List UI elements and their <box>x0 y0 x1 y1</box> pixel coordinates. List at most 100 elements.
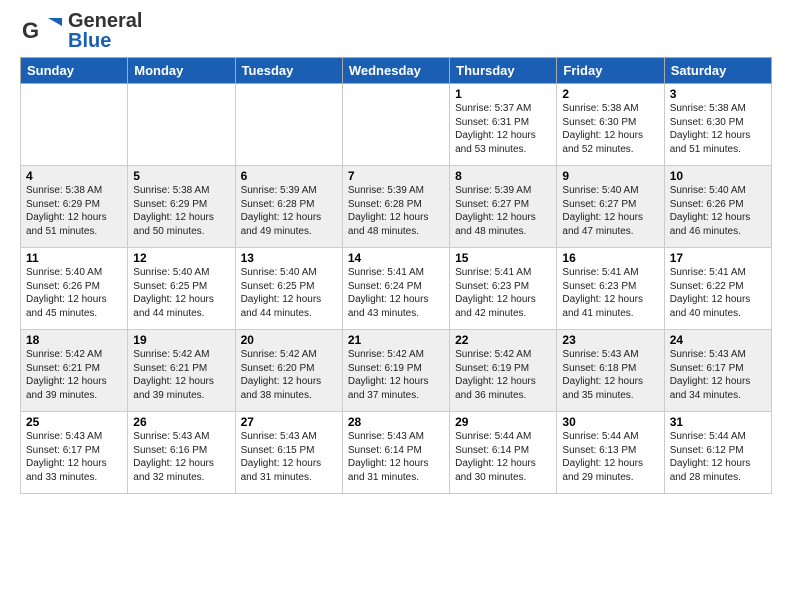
day-content: Sunrise: 5:38 AM Sunset: 6:29 PM Dayligh… <box>26 184 122 238</box>
day-content: Sunrise: 5:40 AM Sunset: 6:26 PM Dayligh… <box>670 184 766 238</box>
day-cell-30: 30Sunrise: 5:44 AM Sunset: 6:13 PM Dayli… <box>557 412 664 494</box>
day-number: 1 <box>455 87 551 101</box>
day-header-tuesday: Tuesday <box>235 58 342 84</box>
calendar-table: SundayMondayTuesdayWednesdayThursdayFrid… <box>20 57 772 494</box>
day-cell-23: 23Sunrise: 5:43 AM Sunset: 6:18 PM Dayli… <box>557 330 664 412</box>
day-number: 16 <box>562 251 658 265</box>
week-row-5: 25Sunrise: 5:43 AM Sunset: 6:17 PM Dayli… <box>21 412 772 494</box>
day-cell-1: 1Sunrise: 5:37 AM Sunset: 6:31 PM Daylig… <box>450 84 557 166</box>
day-cell-22: 22Sunrise: 5:42 AM Sunset: 6:19 PM Dayli… <box>450 330 557 412</box>
day-number: 21 <box>348 333 444 347</box>
day-content: Sunrise: 5:39 AM Sunset: 6:28 PM Dayligh… <box>348 184 444 238</box>
logo-icon: G <box>20 10 62 52</box>
day-number: 31 <box>670 415 766 429</box>
day-number: 22 <box>455 333 551 347</box>
day-cell-20: 20Sunrise: 5:42 AM Sunset: 6:20 PM Dayli… <box>235 330 342 412</box>
day-content: Sunrise: 5:43 AM Sunset: 6:16 PM Dayligh… <box>133 430 229 484</box>
day-content: Sunrise: 5:43 AM Sunset: 6:18 PM Dayligh… <box>562 348 658 402</box>
day-number: 7 <box>348 169 444 183</box>
day-number: 5 <box>133 169 229 183</box>
day-number: 29 <box>455 415 551 429</box>
day-number: 12 <box>133 251 229 265</box>
day-cell-8: 8Sunrise: 5:39 AM Sunset: 6:27 PM Daylig… <box>450 166 557 248</box>
day-cell-7: 7Sunrise: 5:39 AM Sunset: 6:28 PM Daylig… <box>342 166 449 248</box>
empty-cell <box>342 84 449 166</box>
day-cell-31: 31Sunrise: 5:44 AM Sunset: 6:12 PM Dayli… <box>664 412 771 494</box>
day-content: Sunrise: 5:42 AM Sunset: 6:19 PM Dayligh… <box>455 348 551 402</box>
day-number: 25 <box>26 415 122 429</box>
day-content: Sunrise: 5:41 AM Sunset: 6:23 PM Dayligh… <box>562 266 658 320</box>
day-content: Sunrise: 5:37 AM Sunset: 6:31 PM Dayligh… <box>455 102 551 156</box>
day-number: 3 <box>670 87 766 101</box>
day-content: Sunrise: 5:39 AM Sunset: 6:27 PM Dayligh… <box>455 184 551 238</box>
day-cell-4: 4Sunrise: 5:38 AM Sunset: 6:29 PM Daylig… <box>21 166 128 248</box>
day-header-monday: Monday <box>128 58 235 84</box>
week-row-2: 4Sunrise: 5:38 AM Sunset: 6:29 PM Daylig… <box>21 166 772 248</box>
empty-cell <box>21 84 128 166</box>
day-number: 28 <box>348 415 444 429</box>
day-cell-21: 21Sunrise: 5:42 AM Sunset: 6:19 PM Dayli… <box>342 330 449 412</box>
day-header-saturday: Saturday <box>664 58 771 84</box>
day-content: Sunrise: 5:38 AM Sunset: 6:29 PM Dayligh… <box>133 184 229 238</box>
logo-general-text: General <box>68 10 142 32</box>
day-number: 26 <box>133 415 229 429</box>
day-content: Sunrise: 5:44 AM Sunset: 6:13 PM Dayligh… <box>562 430 658 484</box>
day-content: Sunrise: 5:38 AM Sunset: 6:30 PM Dayligh… <box>670 102 766 156</box>
logo: G General Blue <box>20 10 142 52</box>
day-cell-24: 24Sunrise: 5:43 AM Sunset: 6:17 PM Dayli… <box>664 330 771 412</box>
day-number: 17 <box>670 251 766 265</box>
day-cell-18: 18Sunrise: 5:42 AM Sunset: 6:21 PM Dayli… <box>21 330 128 412</box>
day-cell-3: 3Sunrise: 5:38 AM Sunset: 6:30 PM Daylig… <box>664 84 771 166</box>
day-cell-17: 17Sunrise: 5:41 AM Sunset: 6:22 PM Dayli… <box>664 248 771 330</box>
day-number: 6 <box>241 169 337 183</box>
day-cell-27: 27Sunrise: 5:43 AM Sunset: 6:15 PM Dayli… <box>235 412 342 494</box>
day-cell-26: 26Sunrise: 5:43 AM Sunset: 6:16 PM Dayli… <box>128 412 235 494</box>
day-cell-10: 10Sunrise: 5:40 AM Sunset: 6:26 PM Dayli… <box>664 166 771 248</box>
day-number: 23 <box>562 333 658 347</box>
week-row-1: 1Sunrise: 5:37 AM Sunset: 6:31 PM Daylig… <box>21 84 772 166</box>
day-number: 14 <box>348 251 444 265</box>
day-content: Sunrise: 5:40 AM Sunset: 6:25 PM Dayligh… <box>241 266 337 320</box>
day-number: 2 <box>562 87 658 101</box>
day-content: Sunrise: 5:44 AM Sunset: 6:14 PM Dayligh… <box>455 430 551 484</box>
day-cell-19: 19Sunrise: 5:42 AM Sunset: 6:21 PM Dayli… <box>128 330 235 412</box>
empty-cell <box>235 84 342 166</box>
day-content: Sunrise: 5:43 AM Sunset: 6:17 PM Dayligh… <box>26 430 122 484</box>
day-number: 30 <box>562 415 658 429</box>
day-content: Sunrise: 5:39 AM Sunset: 6:28 PM Dayligh… <box>241 184 337 238</box>
svg-text:G: G <box>22 18 39 43</box>
day-content: Sunrise: 5:44 AM Sunset: 6:12 PM Dayligh… <box>670 430 766 484</box>
day-number: 18 <box>26 333 122 347</box>
day-header-thursday: Thursday <box>450 58 557 84</box>
day-cell-11: 11Sunrise: 5:40 AM Sunset: 6:26 PM Dayli… <box>21 248 128 330</box>
week-row-4: 18Sunrise: 5:42 AM Sunset: 6:21 PM Dayli… <box>21 330 772 412</box>
day-number: 11 <box>26 251 122 265</box>
day-cell-14: 14Sunrise: 5:41 AM Sunset: 6:24 PM Dayli… <box>342 248 449 330</box>
day-content: Sunrise: 5:43 AM Sunset: 6:15 PM Dayligh… <box>241 430 337 484</box>
day-number: 19 <box>133 333 229 347</box>
day-number: 15 <box>455 251 551 265</box>
day-number: 4 <box>26 169 122 183</box>
week-row-3: 11Sunrise: 5:40 AM Sunset: 6:26 PM Dayli… <box>21 248 772 330</box>
day-content: Sunrise: 5:40 AM Sunset: 6:25 PM Dayligh… <box>133 266 229 320</box>
day-content: Sunrise: 5:41 AM Sunset: 6:24 PM Dayligh… <box>348 266 444 320</box>
logo-blue-text: Blue <box>68 30 111 52</box>
day-header-wednesday: Wednesday <box>342 58 449 84</box>
day-cell-28: 28Sunrise: 5:43 AM Sunset: 6:14 PM Dayli… <box>342 412 449 494</box>
day-content: Sunrise: 5:43 AM Sunset: 6:14 PM Dayligh… <box>348 430 444 484</box>
day-content: Sunrise: 5:38 AM Sunset: 6:30 PM Dayligh… <box>562 102 658 156</box>
day-content: Sunrise: 5:42 AM Sunset: 6:21 PM Dayligh… <box>26 348 122 402</box>
day-number: 9 <box>562 169 658 183</box>
day-content: Sunrise: 5:42 AM Sunset: 6:21 PM Dayligh… <box>133 348 229 402</box>
day-cell-25: 25Sunrise: 5:43 AM Sunset: 6:17 PM Dayli… <box>21 412 128 494</box>
day-number: 13 <box>241 251 337 265</box>
day-number: 20 <box>241 333 337 347</box>
day-content: Sunrise: 5:42 AM Sunset: 6:19 PM Dayligh… <box>348 348 444 402</box>
day-cell-2: 2Sunrise: 5:38 AM Sunset: 6:30 PM Daylig… <box>557 84 664 166</box>
day-number: 10 <box>670 169 766 183</box>
day-cell-15: 15Sunrise: 5:41 AM Sunset: 6:23 PM Dayli… <box>450 248 557 330</box>
day-cell-16: 16Sunrise: 5:41 AM Sunset: 6:23 PM Dayli… <box>557 248 664 330</box>
day-number: 8 <box>455 169 551 183</box>
day-content: Sunrise: 5:40 AM Sunset: 6:26 PM Dayligh… <box>26 266 122 320</box>
day-cell-5: 5Sunrise: 5:38 AM Sunset: 6:29 PM Daylig… <box>128 166 235 248</box>
